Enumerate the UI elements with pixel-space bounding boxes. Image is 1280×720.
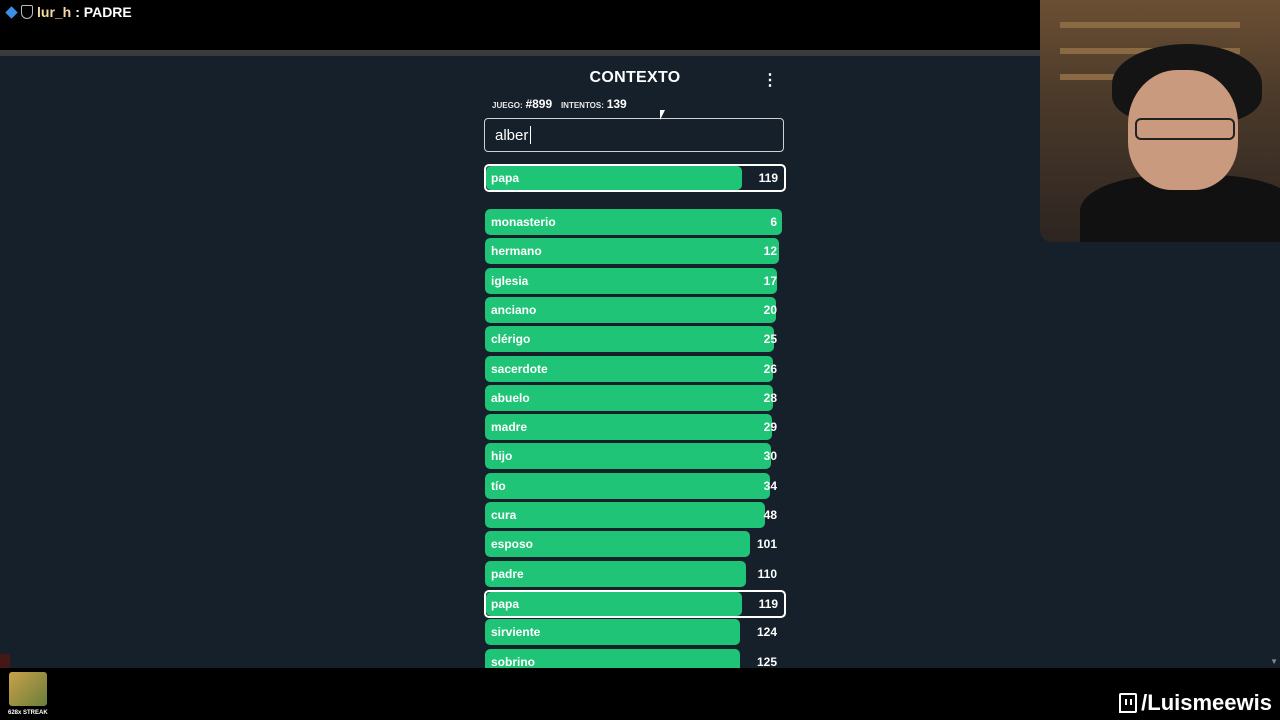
guess-word: iglesia [491, 273, 529, 288]
guess-row: sacerdote 26 [485, 355, 783, 382]
guess-rank: 34 [763, 478, 777, 493]
guess-rank: 20 [763, 302, 777, 317]
guess-word: cura [491, 508, 517, 522]
guess-rank: 6 [770, 215, 777, 229]
similarity-bar [486, 166, 743, 190]
chat-username: lur_h [37, 4, 72, 20]
scroll-down-icon[interactable]: ▼ [1270, 657, 1278, 666]
guess-row: esposo 101 [485, 531, 783, 558]
similarity-bar [485, 414, 772, 441]
guess-row: iglesia 17 [485, 267, 783, 294]
guess-rank: 28 [763, 390, 777, 405]
guess-rank: 30 [763, 449, 777, 464]
guess-rank: 110 [757, 566, 777, 581]
similarity-bar [485, 472, 770, 499]
guess-rank: 119 [758, 171, 778, 185]
cube-icon [5, 5, 18, 19]
guess-rank: 125 [756, 654, 777, 669]
guess-input[interactable] [484, 118, 784, 152]
channel-name: /Luismeewis [1141, 690, 1272, 715]
guess-rank: 101 [756, 537, 777, 552]
guess-row: tío 34 [485, 472, 783, 499]
guess-word: padre [491, 566, 524, 581]
guess-word: hermano [491, 244, 542, 259]
game-number: #899 [525, 97, 553, 111]
guess-word: tío [491, 478, 506, 493]
contexto-game: CONTEXTO ⋮ JUEGO: #899 INTENTOS: 139 pap… [484, 56, 786, 668]
guess-row: monasterio 6 [485, 209, 783, 235]
attempts-label: INTENTOS: [560, 101, 604, 110]
guess-rank: 26 [763, 361, 777, 376]
guess-row: padre 110 [485, 560, 783, 587]
similarity-bar [486, 591, 743, 616]
guess-row: anciano 20 [485, 296, 783, 323]
stream-top-bar: lur_h : PADRE [0, 0, 1040, 50]
guess-row: hermano 12 [485, 238, 783, 265]
guess-word: esposo [491, 537, 534, 552]
guess-word: monasterio [491, 215, 556, 229]
similarity-bar [485, 560, 746, 587]
guess-word: hijo [491, 449, 513, 464]
guess-row: clérigo 25 [485, 326, 783, 353]
guess-word: sirviente [491, 625, 541, 640]
guess-word: abuelo [491, 390, 530, 405]
similarity-bar [485, 267, 778, 294]
stream-bottom-bar [0, 668, 1280, 720]
last-guess-row: papa 119 [484, 164, 786, 192]
guess-rank: 124 [756, 625, 777, 640]
game-stats: JUEGO: #899 INTENTOS: 139 [492, 97, 633, 111]
streak-label: 628x STREAK [8, 710, 48, 716]
mouse-cursor-icon [660, 110, 670, 120]
guess-rank: 25 [763, 332, 777, 347]
guess-word: clérigo [491, 332, 531, 347]
guess-row: sobrino 125 [485, 648, 783, 669]
guess-row: abuelo 28 [485, 384, 783, 411]
guess-rank: 17 [763, 273, 777, 288]
guess-word: papa [491, 171, 520, 185]
shield-icon [21, 5, 33, 19]
glasses [1135, 118, 1235, 140]
guess-rank: 48 [763, 508, 777, 522]
webcam-feed [1040, 0, 1280, 242]
streak-badge-icon [9, 672, 47, 706]
chat-message: : PADRE [75, 4, 132, 20]
similarity-bar [485, 443, 772, 470]
guess-row: hijo 30 [485, 443, 783, 470]
text-caret [530, 126, 531, 144]
guess-word: sacerdote [491, 361, 548, 376]
channel-tag: /Luismeewis [1119, 690, 1272, 716]
twitch-icon [1119, 693, 1138, 713]
guess-rank: 12 [763, 244, 777, 259]
guess-row: madre 29 [485, 414, 783, 441]
game-label: JUEGO: [492, 101, 523, 110]
game-header: CONTEXTO ⋮ [484, 56, 786, 100]
guess-row: sirviente 124 [485, 619, 783, 646]
more-menu-icon[interactable]: ⋮ [762, 70, 778, 90]
guess-word: papa [491, 596, 520, 611]
guess-row: cura 48 [485, 502, 783, 528]
attempts-count: 139 [606, 97, 627, 111]
guess-word: sobrino [491, 654, 535, 669]
guess-word: madre [491, 420, 528, 435]
guess-rank: 29 [763, 420, 777, 435]
page-title: CONTEXTO [589, 69, 681, 86]
similarity-bar [485, 502, 766, 528]
guess-rank: 119 [758, 596, 778, 611]
guess-word: anciano [491, 302, 537, 317]
edge-decoration [0, 654, 10, 668]
shelf [1060, 22, 1240, 28]
guess-row: papa 119 [484, 589, 786, 618]
chat-highlight: lur_h : PADRE [5, 4, 132, 20]
